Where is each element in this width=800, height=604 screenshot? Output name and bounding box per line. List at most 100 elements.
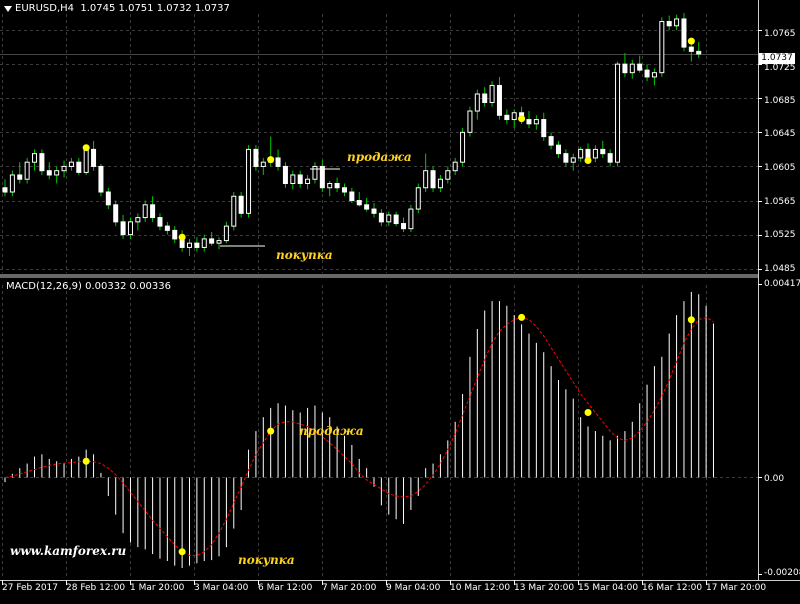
time-tick: 13 Mar 20:00 [514,583,575,593]
price-tick: 1.0685 [764,96,796,106]
signal-marker-macd [82,457,90,465]
macd-tick: 0.00 [764,474,785,484]
signal-marker-price [518,115,526,123]
signal-marker-price [178,233,186,241]
macd-indicator-label: MACD(12,26,9) 0.00332 0.00336 [6,281,172,292]
candle-bear [349,191,355,202]
trading-chart[interactable]: EURUSD,H4 1.0745 1.0751 1.0732 1.0737 MA… [0,0,800,600]
candle-bull [312,165,318,180]
candle-bear [76,161,82,173]
candle-bull [651,72,657,78]
candle-bear [482,93,488,104]
candle-bear [430,170,436,189]
candle-bear [98,165,104,193]
candle-bull [260,161,266,167]
time-tick: 15 Mar 04:00 [578,583,639,593]
time-tick: 1 Mar 20:00 [130,583,185,593]
signal-marker-price [267,156,275,164]
signal-marker-macd [178,548,186,556]
candle-bear [39,153,45,172]
candle-bull [305,178,311,184]
candle-bear [563,153,569,163]
candle-bear [172,229,178,240]
price-tick: 1.0525 [764,230,796,240]
candle-bear [297,174,303,184]
ohlc-values: 1.0745 1.0751 1.0732 1.0737 [80,3,230,14]
candle-bull [659,21,665,74]
candle-bull [592,148,598,159]
candle-bull [578,148,584,159]
symbol-menu-icon[interactable] [4,6,12,12]
time-tick: 7 Mar 20:00 [322,583,377,593]
signal-marker-macd [687,316,695,324]
candle-bear [150,204,156,219]
price-tick: 1.0565 [764,197,796,207]
candle-bear [378,212,384,223]
candle-bull [674,18,680,27]
candle-bull [511,112,517,121]
candle-bull [54,170,60,176]
chart-canvas[interactable] [0,0,800,600]
candle-bull [533,119,539,125]
candle-bear [105,191,111,206]
candle-bear [688,46,694,52]
candle-bull [629,63,635,74]
time-tick: 3 Mar 04:00 [194,583,249,593]
current-price-label: 1.0737 [759,53,795,64]
candle-bull [127,221,133,236]
price-tick: 1.0725 [764,63,796,73]
candle-bear [504,114,510,121]
signal-marker-price [687,37,695,45]
buy-annotation-macd: покупка [238,553,295,567]
candle-bull [9,174,15,193]
candle-bear [644,69,650,78]
candle-bear [371,208,377,214]
candle-bull [83,148,89,173]
candle-bull [452,161,458,172]
candle-bull [246,148,252,214]
candle-bull [187,242,192,248]
candle-bear [526,119,532,125]
candle-bull [423,170,429,189]
candle-bull [474,93,480,112]
candle-bear [341,187,347,193]
price-tick: 1.0645 [764,129,796,139]
candle-bear [622,63,628,74]
candle-bull [437,178,443,189]
candle-bear [607,153,613,163]
candle-bear [2,187,8,193]
chart-symbol-ohlc: EURUSD,H4 1.0745 1.0751 1.0732 1.0737 [15,3,230,14]
candle-bear [238,195,244,214]
time-tick: 16 Mar 12:00 [642,583,703,593]
candle-bull [615,63,621,163]
candle-bull [489,84,495,104]
candle-bull [201,238,207,248]
time-tick: 9 Mar 04:00 [386,583,441,593]
time-tick: 17 Mar 20:00 [706,583,767,593]
candle-bear [17,174,23,180]
candle-bear [637,63,643,71]
candle-bull [386,214,392,223]
candle-bull [24,161,30,180]
candle-bear [666,21,672,27]
candle-bear [157,217,163,227]
candle-bear [282,165,288,184]
candle-bull [570,157,576,163]
candle-bear [46,170,52,176]
price-tick: 1.0765 [764,29,796,39]
time-tick: 27 Feb 2017 [2,583,59,593]
signal-marker-price [584,156,592,164]
candle-bull [445,170,451,180]
watermark-url: www.kamforex.ru [10,544,127,558]
candle-bear [334,182,340,189]
candle-bear [253,148,259,167]
candle-bull [327,182,333,189]
candle-bear [585,148,591,159]
candle-bear [600,148,606,155]
candle-bear [393,214,399,225]
signal-marker-macd [584,409,592,417]
candle-bear [541,119,547,138]
signal-marker-macd [518,313,526,321]
candle-bull [408,208,414,230]
macd-tick: 0.00417 [764,279,800,289]
